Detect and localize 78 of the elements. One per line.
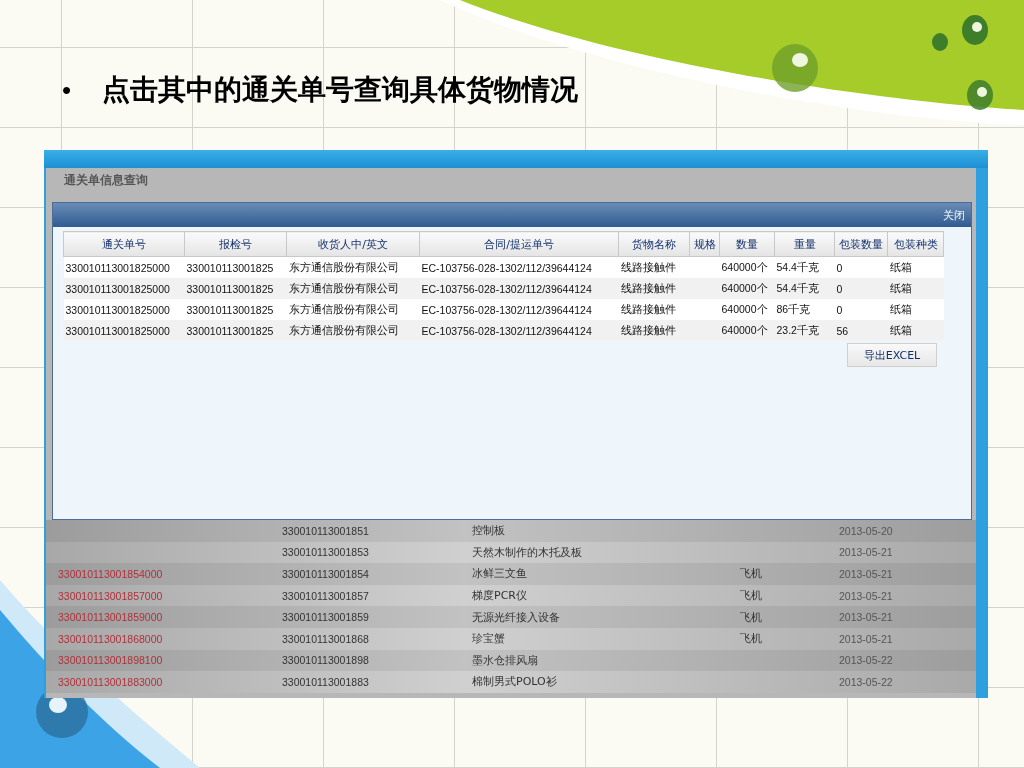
- table-cell-text: 2013-05-21: [839, 546, 894, 559]
- table-cell-text: 棉制男式POLO衫: [472, 674, 558, 690]
- table-cell-text: 冰鲜三文鱼: [472, 566, 528, 582]
- table-cell-text: 天然木制作的木托及板: [472, 544, 583, 560]
- table-cell-text: 330010113001853: [282, 546, 370, 559]
- table-cell[interactable]: 330010113001857000: [58, 589, 282, 602]
- column-header: 通关单号: [63, 231, 185, 257]
- table-cell-text: 2013-05-21: [839, 632, 894, 645]
- table-cell-text: 飞机: [740, 609, 763, 625]
- table-cell: 东方通信股份有限公司: [286, 278, 420, 299]
- table-cell-text: 珍宝蟹: [472, 631, 506, 647]
- table-cell-text: 330010113001857: [282, 589, 370, 602]
- table-cell[interactable]: 330010113001868000: [58, 632, 282, 645]
- table-cell[interactable]: 330010113001898100: [58, 654, 282, 667]
- table-cell-text: 2013-05-21: [839, 611, 894, 624]
- export-button[interactable]: 导出EXCEL: [847, 343, 937, 367]
- table-cell-text: 2013-05-21: [839, 589, 894, 602]
- table-cell-text: 330010113001883: [282, 675, 370, 688]
- column-header: 数量: [719, 231, 775, 257]
- column-header: 收货人中/英文: [286, 231, 420, 257]
- table-cell-text: 330010113001854: [282, 568, 370, 580]
- table-cell-text: 330010113001859: [282, 611, 370, 624]
- table-cell: 330010113001825000: [63, 256, 185, 278]
- close-button[interactable]: 关闭: [941, 207, 967, 223]
- table-cell-text: 330010113001868: [282, 632, 370, 645]
- table-cell: 330010113001825: [184, 299, 287, 320]
- table-cell-text: 墨水仓排风扇: [472, 652, 539, 668]
- table-cell: 640000个: [719, 278, 775, 299]
- table-cell: 330010113001825000: [63, 278, 185, 299]
- table-cell: 0: [834, 278, 888, 299]
- table-cell: 纸箱: [887, 278, 944, 299]
- table-cell-text: 2013-05-21: [839, 568, 894, 580]
- column-header: 包装种类: [887, 231, 944, 257]
- table-cell: EC-103756-028-1302/112/39644124: [419, 299, 619, 320]
- table-cell: 330010113001825: [184, 278, 287, 299]
- table-cell: 线路接触件: [618, 299, 690, 320]
- table-cell[interactable]: 330010113001854000: [58, 568, 282, 580]
- column-header: 货物名称: [618, 231, 690, 257]
- table-cell-text: 2013-05-20: [839, 524, 894, 537]
- column-header: 重量: [774, 231, 835, 257]
- column-header: 规格: [689, 231, 720, 257]
- page-title: 通关单信息查询: [64, 173, 148, 187]
- table-cell-text: 无源光纤接入设备: [472, 609, 561, 625]
- table-cell: EC-103756-028-1302/112/39644124: [419, 256, 619, 278]
- table-cell-text: 控制板: [472, 523, 506, 539]
- table-cell-text: 梯度PCR仪: [472, 588, 528, 604]
- table-cell: 线路接触件: [618, 320, 690, 341]
- bullet-text: 点击其中的通关单号查询具体货物情况: [102, 72, 578, 108]
- table-cell: 纸箱: [887, 299, 944, 320]
- table-cell: 54.4千克: [774, 278, 835, 299]
- column-header: 合同/提运单号: [419, 231, 619, 257]
- table-cell: 东方通信股份有限公司: [286, 320, 420, 341]
- column-header: 报检号: [184, 231, 287, 257]
- table-cell-text: 330010113001898: [282, 654, 370, 667]
- table-cell: 23.2千克: [774, 320, 835, 341]
- table-cell-text: 2013-05-22: [839, 654, 894, 667]
- table-cell-text: 飞机: [740, 566, 763, 582]
- table-cell-text: 330010113001851: [282, 524, 370, 537]
- table-cell: 东方通信股份有限公司: [286, 299, 420, 320]
- table-cell: EC-103756-028-1302/112/39644124: [419, 320, 619, 341]
- table-cell: 330010113001825: [184, 320, 287, 341]
- table-cell[interactable]: 330010113001883000: [58, 675, 282, 688]
- table-cell-text: 飞机: [740, 631, 763, 647]
- table-cell-text: 2013-05-22: [839, 675, 894, 688]
- table-cell: 330010113001825000: [63, 320, 185, 341]
- column-header: 包装数量: [834, 231, 888, 257]
- table-cell: 线路接触件: [618, 278, 690, 299]
- table-cell: 86千克: [774, 299, 835, 320]
- bullet-marker: •: [62, 74, 73, 107]
- table-cell: 56: [834, 320, 888, 341]
- table-cell: 0: [834, 299, 888, 320]
- table-cell: 纸箱: [887, 320, 944, 341]
- table-cell[interactable]: 330010113001859000: [58, 611, 282, 624]
- table-cell: 640000个: [719, 320, 775, 341]
- table-cell: 640000个: [719, 299, 775, 320]
- table-cell: EC-103756-028-1302/112/39644124: [419, 278, 619, 299]
- table-cell-text: 飞机: [740, 588, 763, 604]
- table-cell: 330010113001825000: [63, 299, 185, 320]
